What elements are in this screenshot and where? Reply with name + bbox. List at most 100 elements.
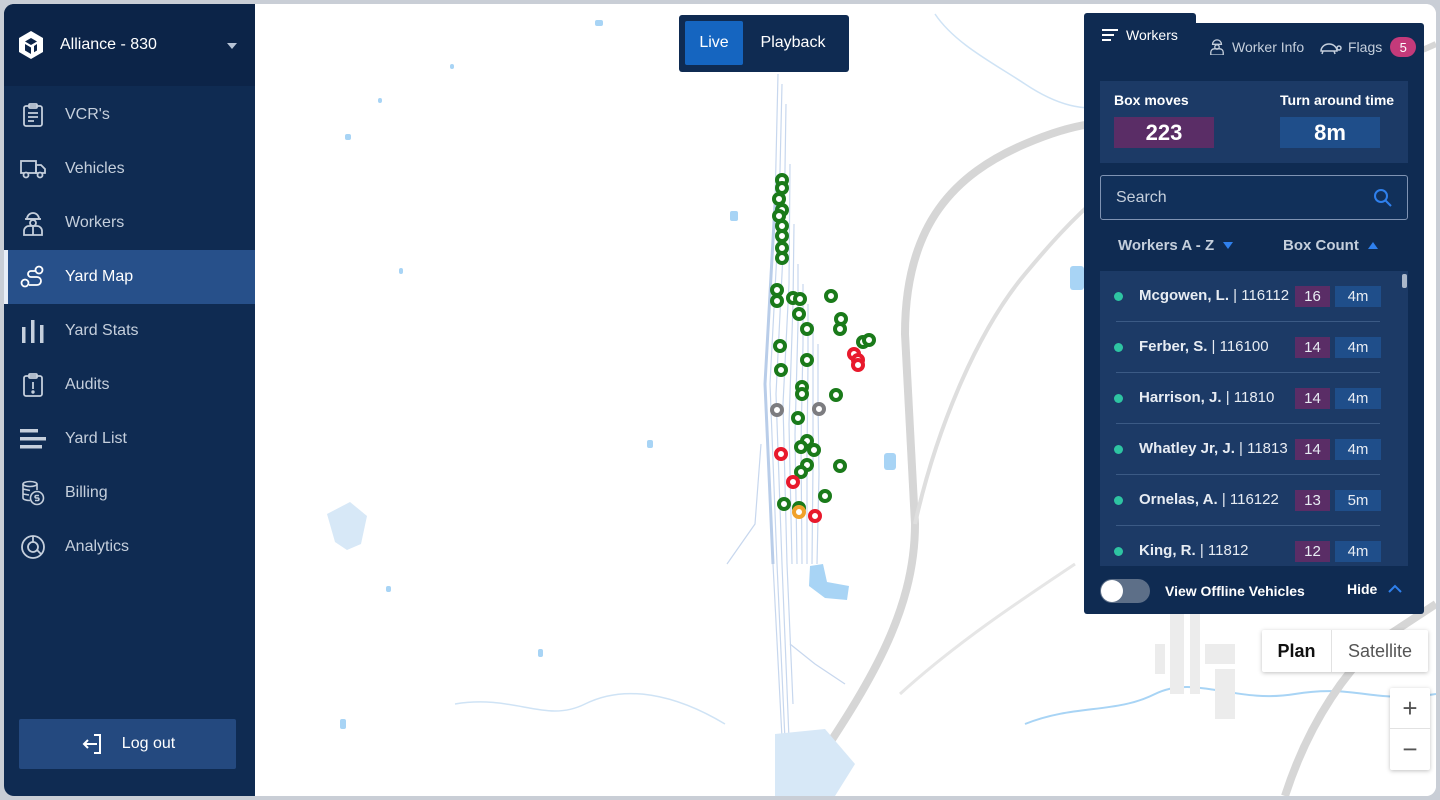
worker-row[interactable]: Harrison, J. | 11810 14 4m (1100, 373, 1392, 424)
worker-icon (20, 210, 46, 236)
online-status-dot (1114, 292, 1123, 301)
vehicle-marker-active[interactable] (829, 388, 843, 402)
live-button[interactable]: Live (685, 21, 743, 65)
sidebar-item-vehicles[interactable]: Vehicles (4, 142, 255, 196)
worker-row[interactable]: Mcgowen, L. | 116112 16 4m (1100, 271, 1392, 322)
turtle-icon (1320, 43, 1342, 55)
worker-name: Ferber, S. | 116100 (1139, 338, 1269, 355)
tab-label: Workers (1126, 27, 1178, 43)
vehicle-marker-active[interactable] (824, 289, 838, 303)
vehicle-marker-idle[interactable] (770, 403, 784, 417)
sidebar-item-label: Workers (65, 214, 125, 231)
vehicle-marker-alert[interactable] (774, 447, 788, 461)
vehicle-marker-active[interactable] (791, 411, 805, 425)
vehicle-marker-idle[interactable] (812, 402, 826, 416)
vehicle-marker-active[interactable] (774, 363, 788, 377)
sidebar-nav: VCR's Vehicles Workers Yard Map Yard Sta… (4, 88, 255, 574)
org-switcher[interactable]: Alliance - 830 (4, 4, 255, 86)
worker-name: Harrison, J. | 11810 (1139, 389, 1274, 406)
vehicle-marker-active[interactable] (818, 489, 832, 503)
turnaround-badge: 4m (1335, 541, 1381, 562)
logout-button[interactable]: Log out (19, 719, 236, 769)
vehicle-marker-active[interactable] (800, 353, 814, 367)
vehicle-marker-active[interactable] (807, 443, 821, 457)
online-status-dot (1114, 343, 1123, 352)
vehicle-marker-active[interactable] (773, 339, 787, 353)
vehicle-marker-active[interactable] (833, 459, 847, 473)
sort-label: Workers A - Z (1118, 237, 1215, 254)
vehicle-marker-active[interactable] (794, 440, 808, 454)
worker-name-text: King, R. (1139, 542, 1196, 559)
tab-workers[interactable]: Workers (1084, 13, 1196, 75)
box-moves-label: Box moves (1114, 92, 1189, 108)
sidebar-item-label: Vehicles (65, 160, 125, 177)
org-name: Alliance - 830 (60, 36, 157, 53)
bar-chart-icon (20, 318, 46, 344)
tab-worker-info[interactable]: Worker Info (1196, 23, 1310, 71)
panel-tabs: Workers Worker Info Flags 5 (1084, 13, 1424, 75)
vehicle-marker-alert[interactable] (786, 475, 800, 489)
tab-flags[interactable]: Flags 5 (1310, 23, 1424, 71)
list-scrollbar[interactable] (1402, 274, 1407, 288)
plan-view-button[interactable]: Plan (1262, 630, 1332, 672)
vehicle-marker-alert[interactable] (808, 509, 822, 523)
mode-toggle: Live Playback (679, 15, 849, 72)
worker-row[interactable]: Whatley Jr, J. | 11813 14 4m (1100, 424, 1392, 475)
vehicle-marker-alert[interactable] (851, 358, 865, 372)
truck-icon (20, 156, 46, 182)
vehicle-marker-active[interactable] (795, 387, 809, 401)
worker-row[interactable]: Ferber, S. | 116100 14 4m (1100, 322, 1392, 373)
view-offline-toggle[interactable] (1100, 579, 1150, 603)
hide-label: Hide (1347, 581, 1378, 597)
vehicle-marker-active[interactable] (792, 307, 806, 321)
worker-id: | 11812 (1199, 542, 1249, 559)
sidebar-item-workers[interactable]: Workers (4, 196, 255, 250)
zoom-in-button[interactable]: + (1390, 688, 1430, 729)
vehicle-marker-active[interactable] (775, 251, 789, 265)
box-count-badge: 14 (1295, 439, 1330, 460)
box-count-badge: 13 (1295, 490, 1330, 511)
sidebar-item-yard-map[interactable]: Yard Map (4, 250, 255, 304)
sort-asc-icon (1367, 242, 1378, 249)
sidebar-item-billing[interactable]: Billing (4, 466, 255, 520)
map-type-control: Plan Satellite (1262, 630, 1428, 672)
vehicle-marker-warning[interactable] (792, 505, 806, 519)
vehicle-marker-active[interactable] (770, 294, 784, 308)
sidebar-item-vcrs[interactable]: VCR's (4, 88, 255, 142)
worker-row[interactable]: Ornelas, A. | 116122 13 5m (1100, 475, 1392, 526)
search-input[interactable] (1100, 175, 1408, 220)
company-logo (19, 31, 43, 59)
search-icon[interactable] (1373, 188, 1393, 208)
turnaround-badge: 4m (1335, 337, 1381, 358)
worker-id: | 116112 (1233, 287, 1290, 304)
clipboard-alert-icon (20, 372, 46, 398)
vehicle-marker-active[interactable] (777, 497, 791, 511)
sidebar-item-yard-stats[interactable]: Yard Stats (4, 304, 255, 358)
vehicle-marker-active[interactable] (793, 292, 807, 306)
sort-by-box-count[interactable]: Box Count (1283, 237, 1378, 254)
vehicle-marker-active[interactable] (800, 322, 814, 336)
sidebar-item-yard-list[interactable]: Yard List (4, 412, 255, 466)
worker-row[interactable]: King, R. | 11812 12 4m (1100, 526, 1392, 566)
sidebar-item-analytics[interactable]: Analytics (4, 520, 255, 574)
workers-list[interactable]: Mcgowen, L. | 116112 16 4m Ferber, S. | … (1100, 271, 1408, 566)
flags-count-badge: 5 (1390, 37, 1417, 57)
hide-panel-button[interactable]: Hide (1347, 581, 1403, 597)
playback-button[interactable]: Playback (743, 21, 843, 65)
sort-by-name[interactable]: Workers A - Z (1118, 237, 1234, 254)
sidebar-item-label: Yard List (65, 430, 127, 447)
box-moves-value: 223 (1114, 117, 1214, 148)
sidebar-item-label: VCR's (65, 106, 110, 123)
sidebar-item-audits[interactable]: Audits (4, 358, 255, 412)
app-window: Alliance - 830 VCR's Vehicles Workers Ya… (4, 4, 1436, 796)
turnaround-badge: 5m (1335, 490, 1381, 511)
worker-id: | 11813 (1239, 440, 1288, 457)
vehicle-marker-active[interactable] (862, 333, 876, 347)
satellite-view-button[interactable]: Satellite (1332, 630, 1428, 672)
worker-icon (1210, 39, 1224, 55)
zoom-out-button[interactable]: − (1390, 729, 1430, 770)
logout-label: Log out (121, 735, 176, 752)
toggle-knob (1101, 580, 1123, 602)
vehicle-marker-active[interactable] (833, 322, 847, 336)
worker-name: King, R. | 11812 (1139, 542, 1249, 559)
